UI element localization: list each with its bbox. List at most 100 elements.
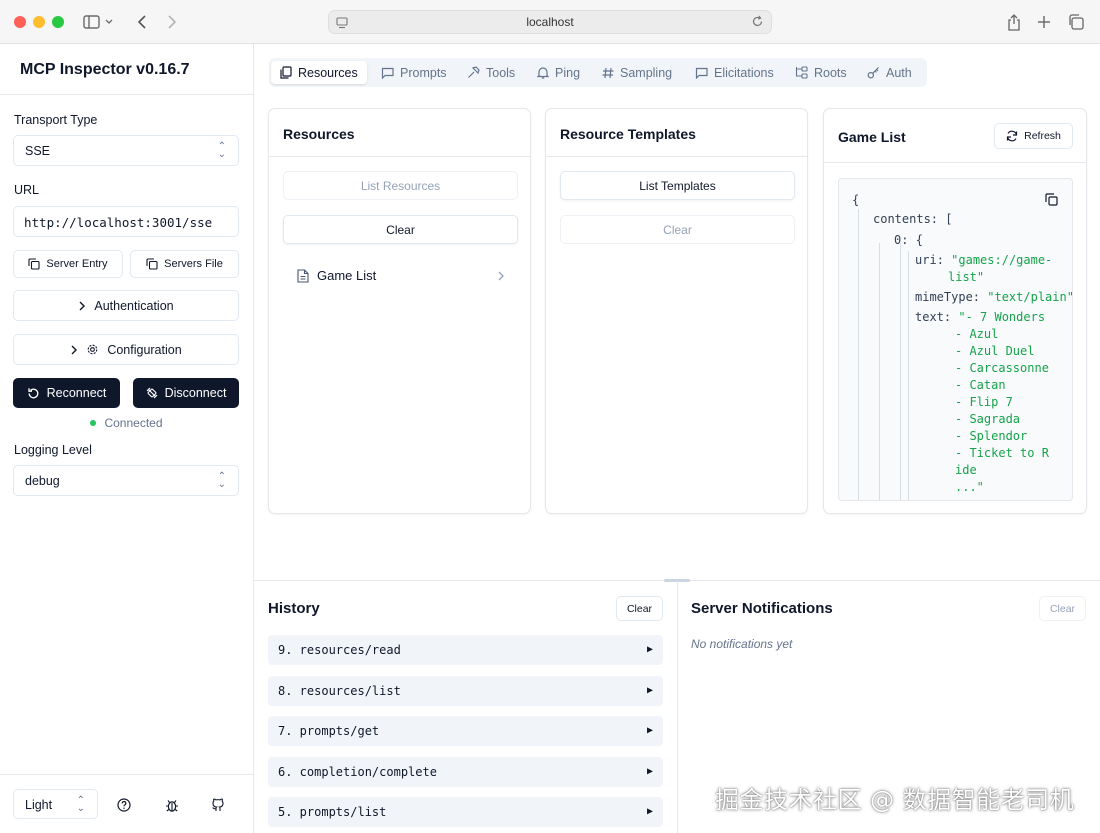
json-bracket: [: [945, 212, 953, 226]
watermark-text: 掘金技术社区 @ 数据智能老司机: [715, 786, 1075, 814]
bell-icon: [537, 67, 549, 79]
folder-tree-icon: [795, 66, 808, 79]
list-resources-button[interactable]: List Resources: [283, 171, 518, 200]
configuration-toggle[interactable]: Configuration: [13, 334, 239, 365]
theme-value: Light: [25, 798, 53, 812]
tab-label: Ping: [555, 65, 581, 80]
transport-type-select[interactable]: SSE ⌃ ⌄: [13, 135, 239, 166]
copy-icon: [146, 258, 158, 270]
refresh-button[interactable]: Refresh: [994, 123, 1073, 149]
minimize-window-button[interactable]: [33, 16, 45, 28]
address-bar[interactable]: localhost: [328, 10, 772, 34]
message-square-icon: [381, 67, 394, 79]
chevron-right-icon: [498, 271, 504, 281]
resource-item[interactable]: Game List: [297, 268, 505, 283]
tab-prompts[interactable]: Prompts: [372, 61, 456, 84]
history-item[interactable]: 8. resources/list ▶: [268, 676, 663, 706]
tab-ping[interactable]: Ping: [528, 61, 589, 84]
panel-divider: [677, 581, 678, 833]
tab-roots[interactable]: Roots: [786, 61, 856, 84]
json-key: 0: [894, 233, 902, 247]
url-input[interactable]: http://localhost:3001/sse: [13, 206, 239, 237]
list-templates-button[interactable]: List Templates: [560, 171, 795, 200]
tab-label: Elicitations: [714, 65, 774, 80]
select-chevrons-icon: ⌃ ⌄: [76, 795, 85, 814]
maximize-window-button[interactable]: [52, 16, 64, 28]
clear-history-button[interactable]: Clear: [616, 596, 663, 621]
forward-icon[interactable]: [162, 12, 182, 32]
json-string: "text/plain": [987, 290, 1073, 304]
tab-label: Prompts: [400, 65, 447, 80]
github-icon[interactable]: [209, 796, 227, 814]
logging-level-select[interactable]: debug ⌃ ⌄: [13, 465, 239, 496]
main-tabs: Resources Prompts Tools Ping Sampling El…: [269, 58, 927, 87]
json-string: - Carcassonne: [955, 361, 1049, 375]
json-key: uri: [915, 253, 937, 267]
gear-icon: [87, 344, 98, 355]
hammer-icon: [468, 66, 480, 78]
authentication-toggle[interactable]: Authentication: [13, 290, 239, 321]
tab-label: Tools: [486, 65, 516, 80]
back-icon[interactable]: [132, 12, 152, 32]
json-string: - Azul Duel: [955, 344, 1035, 358]
divider: [824, 162, 1086, 163]
servers-file-button[interactable]: Servers File: [130, 250, 239, 278]
help-icon[interactable]: [115, 796, 133, 814]
expand-arrow-icon: ▶: [646, 766, 653, 777]
connection-status-text: Connected: [104, 416, 163, 430]
history-item[interactable]: 5. prompts/list ▶: [268, 797, 663, 827]
indent-guide: [908, 251, 909, 500]
clear-notifications-button[interactable]: Clear: [1039, 596, 1086, 621]
disconnect-button[interactable]: Disconnect: [133, 378, 239, 408]
divider: [0, 774, 253, 775]
disconnect-label: Disconnect: [164, 386, 227, 400]
close-window-button[interactable]: [14, 16, 26, 28]
clear-resources-button[interactable]: Clear: [283, 215, 518, 244]
sidebar-toggle-icon[interactable]: [81, 12, 115, 32]
tab-label: Sampling: [620, 65, 673, 80]
json-string: ide: [955, 463, 977, 477]
clear-templates-button[interactable]: Clear: [560, 215, 795, 244]
history-item[interactable]: 9. resources/read ▶: [268, 635, 663, 665]
indent-guide: [900, 243, 901, 500]
copy-icon[interactable]: [1045, 193, 1058, 206]
new-tab-icon[interactable]: [1034, 12, 1054, 32]
key-icon: [867, 67, 879, 79]
tab-auth[interactable]: Auth: [858, 61, 921, 84]
tab-tools[interactable]: Tools: [458, 61, 524, 84]
json-string: list": [948, 270, 985, 284]
tab-sampling[interactable]: Sampling: [593, 61, 681, 84]
browser-toolbar: localhost: [0, 0, 1100, 44]
resource-templates-title: Resource Templates: [560, 126, 696, 142]
theme-select[interactable]: Light ⌃ ⌄: [13, 789, 98, 819]
history-item-label: 5. prompts/list: [278, 805, 387, 819]
tab-resources[interactable]: Resources: [271, 61, 367, 84]
logging-level-label: Logging Level: [14, 443, 92, 457]
json-string: - Sagrada: [955, 412, 1021, 426]
authentication-label: Authentication: [94, 298, 174, 313]
json-string: "- 7 Wonders: [958, 310, 1046, 324]
json-uri-line: uri: "games://game-: [915, 253, 1053, 267]
resource-detail-title: Game List: [838, 129, 906, 145]
reload-icon[interactable]: [751, 15, 764, 33]
json-string: - Splendor: [955, 429, 1028, 443]
app-title: MCP Inspector v0.16.7: [20, 61, 190, 78]
bug-icon[interactable]: [163, 796, 181, 814]
server-entry-button[interactable]: Server Entry: [13, 250, 123, 278]
tab-elicitations[interactable]: Elicitations: [686, 61, 783, 84]
history-item-label: 8. resources/list: [278, 684, 401, 698]
history-item[interactable]: 7. prompts/get ▶: [268, 716, 663, 746]
share-icon[interactable]: [1004, 12, 1024, 32]
tab-label: Resources: [298, 65, 358, 80]
reconnect-button[interactable]: Reconnect: [13, 378, 120, 408]
json-string: "games://game-: [951, 253, 1053, 267]
server-notifications-title: Server Notifications: [691, 600, 833, 617]
json-text-line: text: "- 7 Wonders: [915, 310, 1046, 324]
url-label: URL: [14, 183, 40, 197]
tab-label: Auth: [886, 65, 912, 80]
json-key: contents: [873, 212, 931, 226]
resources-card: Resources List Resources Clear Game List: [268, 108, 531, 514]
tab-overview-icon[interactable]: [1066, 12, 1086, 32]
json-string: ...": [955, 480, 984, 494]
history-item[interactable]: 6. completion/complete ▶: [268, 757, 663, 787]
